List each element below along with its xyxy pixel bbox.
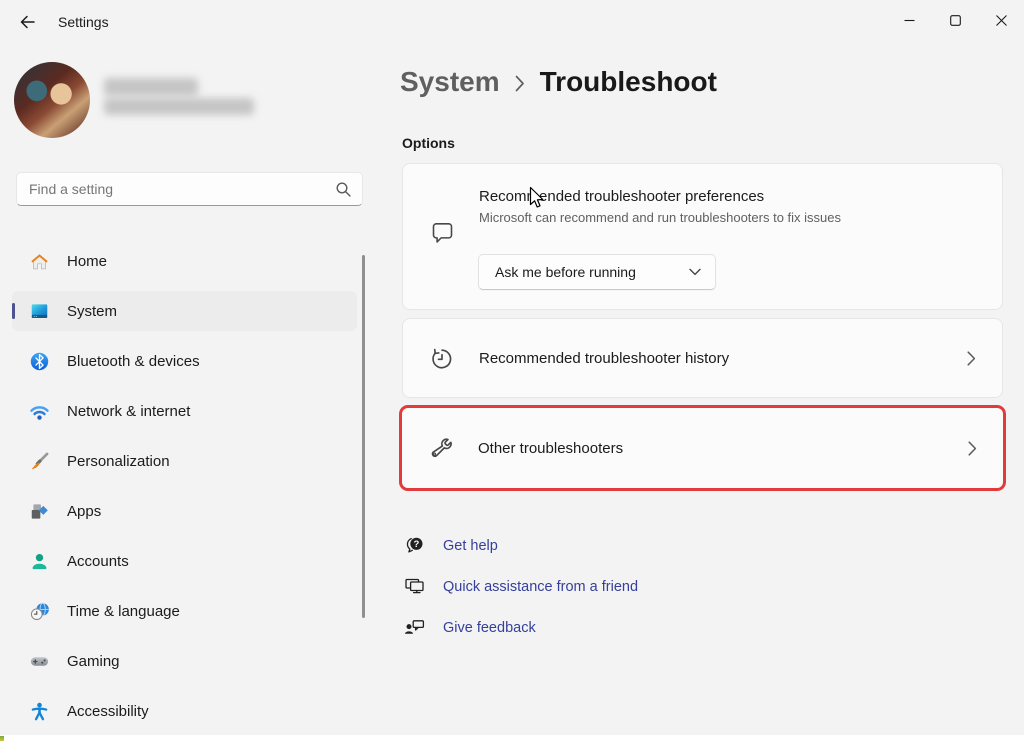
window-controls	[886, 0, 1024, 44]
recommended-troubleshooter-preferences-card: Recommended troubleshooter preferences M…	[402, 163, 1003, 310]
troubleshooter-preference-dropdown[interactable]: Ask me before running	[478, 254, 716, 290]
back-button[interactable]	[10, 6, 44, 38]
titlebar: Settings	[0, 0, 1024, 44]
sidebar-item-accessibility[interactable]: Accessibility	[12, 691, 357, 731]
sidebar-item-personalization[interactable]: Personalization	[12, 441, 357, 481]
sidebar-item-accounts[interactable]: Accounts	[12, 541, 357, 581]
window-title: Settings	[58, 14, 109, 30]
sidebar-item-system[interactable]: System	[12, 291, 357, 331]
sidebar-item-network-internet[interactable]: Network & internet	[12, 391, 357, 431]
search-box[interactable]	[16, 172, 363, 206]
sidebar-item-label: Accounts	[67, 553, 129, 570]
link-label: Get help	[443, 538, 498, 554]
sidebar-item-label: Time & language	[67, 603, 180, 620]
get-help-link[interactable]: ? Get help	[402, 531, 638, 561]
sidebar-item-label: Apps	[67, 503, 101, 520]
wrench-icon	[427, 435, 455, 461]
search-icon	[335, 181, 352, 198]
user-avatar[interactable]	[14, 62, 90, 138]
sidebar-item-label: Bluetooth & devices	[67, 353, 200, 370]
maximize-button[interactable]	[932, 0, 978, 40]
sidebar-item-label: Accessibility	[67, 703, 149, 720]
sidebar-item-home[interactable]: Home	[12, 241, 357, 281]
close-icon	[996, 15, 1007, 26]
system-icon	[27, 299, 51, 323]
link-label: Quick assistance from a friend	[443, 579, 638, 595]
sidebar-item-bluetooth-devices[interactable]: Bluetooth & devices	[12, 341, 357, 381]
card-description: Microsoft can recommend and run troubles…	[479, 210, 841, 225]
maximize-icon	[950, 15, 961, 26]
profile-name-redacted	[104, 78, 198, 96]
breadcrumb: System Troubleshoot	[400, 66, 717, 98]
profile-email-redacted	[104, 98, 254, 115]
sidebar-scrollbar[interactable]	[362, 255, 365, 618]
personalization-icon	[27, 449, 51, 473]
svg-text:?: ?	[413, 539, 419, 550]
page-title: Troubleshoot	[540, 66, 717, 98]
minimize-icon	[904, 15, 915, 26]
selected-indicator	[12, 303, 15, 319]
sidebar-item-label: Network & internet	[67, 403, 190, 420]
other-troubleshooters-card[interactable]: Other troubleshooters	[399, 405, 1006, 491]
sidebar-item-time-language[interactable]: Time & language	[12, 591, 357, 631]
card-title: Other troubleshooters	[478, 440, 623, 457]
card-title: Recommended troubleshooter history	[479, 350, 729, 367]
recommended-troubleshooter-history-card[interactable]: Recommended troubleshooter history	[402, 318, 1003, 398]
minimize-button[interactable]	[886, 0, 932, 40]
sidebar-item-label: Gaming	[67, 653, 120, 670]
accounts-icon	[27, 549, 51, 573]
search-input[interactable]	[29, 181, 335, 197]
dropdown-selected-value: Ask me before running	[495, 264, 636, 280]
sidebar-item-label: Home	[67, 253, 107, 270]
quick-assistance-link[interactable]: Quick assistance from a friend	[402, 572, 638, 602]
sidebar-item-label: System	[67, 303, 117, 320]
chevron-down-icon	[689, 268, 701, 276]
bottom-edge-strip	[0, 735, 1024, 742]
network-icon	[27, 399, 51, 423]
breadcrumb-system[interactable]: System	[400, 66, 500, 98]
gaming-icon	[27, 649, 51, 673]
history-icon	[428, 345, 456, 371]
options-section-label: Options	[402, 135, 455, 151]
taskbar-corner-artifact	[0, 736, 4, 741]
settings-window: Settings	[0, 0, 1024, 742]
apps-icon	[27, 499, 51, 523]
chevron-right-icon	[515, 75, 525, 92]
sidebar-item-apps[interactable]: Apps	[12, 491, 357, 531]
chevron-right-icon	[967, 351, 976, 366]
main-content: System Troubleshoot Options Recommended …	[400, 44, 1024, 735]
feedback-icon	[402, 616, 428, 640]
link-label: Give feedback	[443, 620, 536, 636]
chevron-right-icon	[968, 441, 977, 456]
remote-assistance-icon	[402, 575, 428, 599]
arrow-left-icon	[19, 14, 35, 30]
give-feedback-link[interactable]: Give feedback	[402, 613, 638, 643]
sidebar: Home System	[0, 44, 390, 735]
close-button[interactable]	[978, 0, 1024, 40]
card-title: Recommended troubleshooter preferences	[479, 188, 764, 205]
sidebar-nav: Home System	[5, 241, 360, 741]
help-links: ? Get help Quick assistance from a frien…	[402, 531, 638, 654]
bluetooth-icon	[27, 349, 51, 373]
get-help-icon: ?	[402, 534, 428, 558]
accessibility-icon	[27, 699, 51, 723]
sidebar-item-label: Personalization	[67, 453, 170, 470]
comment-icon	[428, 221, 456, 248]
sidebar-item-gaming[interactable]: Gaming	[12, 641, 357, 681]
home-icon	[27, 249, 51, 273]
time-language-icon	[27, 599, 51, 623]
